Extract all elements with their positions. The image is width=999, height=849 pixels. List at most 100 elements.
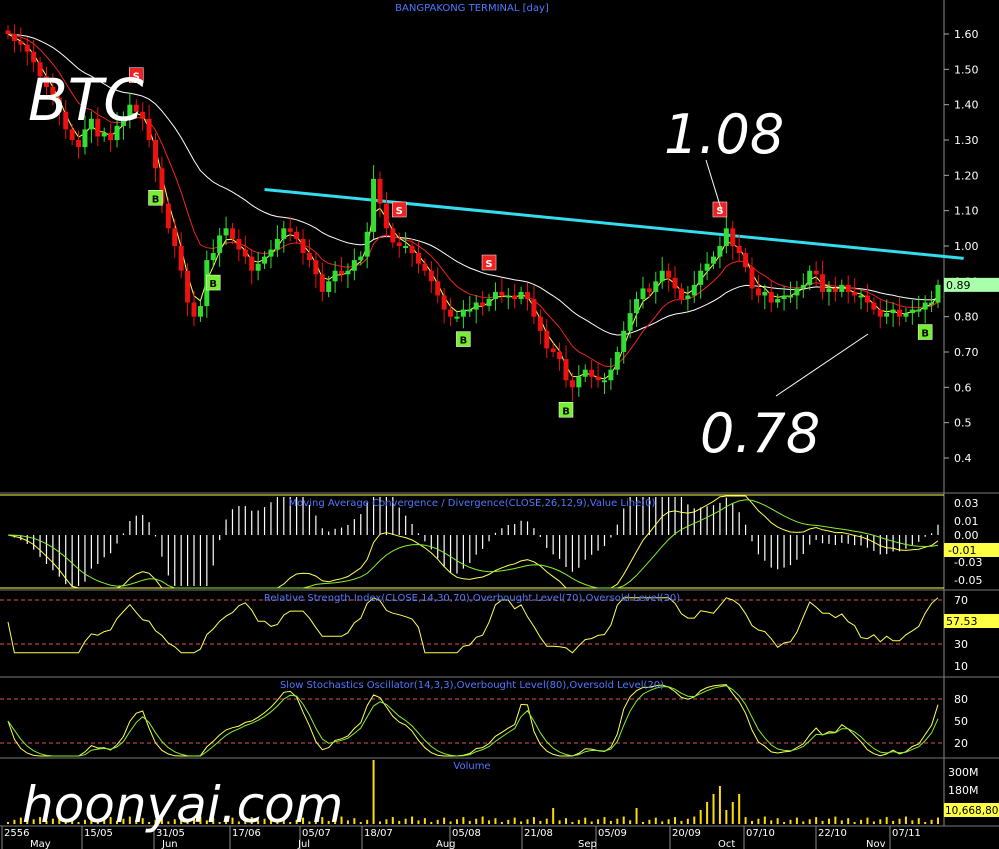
x-month-label: Aug <box>436 839 456 849</box>
candle-body <box>794 288 800 296</box>
candle-body <box>197 306 203 317</box>
price-tick-label: 0.4 <box>954 452 972 465</box>
candle <box>569 372 575 402</box>
candle-body <box>396 242 402 246</box>
candle <box>723 214 729 254</box>
candle <box>11 24 17 53</box>
candle-body <box>877 309 883 317</box>
candle <box>557 342 563 371</box>
candle-body <box>653 281 659 292</box>
stochastic-panel <box>0 684 944 757</box>
candle-body <box>698 270 704 285</box>
candle-body <box>582 369 588 377</box>
candle <box>351 248 357 281</box>
price-tick-label: 1.10 <box>954 205 979 218</box>
signal-label: B <box>921 329 929 340</box>
candle-body <box>486 299 492 307</box>
candle-body <box>185 270 191 303</box>
candle-body <box>704 263 710 271</box>
candle <box>339 256 345 282</box>
candle <box>685 285 691 311</box>
candle-body <box>723 228 729 246</box>
candle-body <box>576 376 582 388</box>
candle-body <box>563 359 569 381</box>
volume-tick-label: 300M <box>948 766 979 779</box>
candle <box>428 261 434 293</box>
candle <box>435 267 441 303</box>
price-last-value: 0.89 <box>946 279 971 292</box>
candle-body <box>826 288 832 292</box>
candle <box>691 271 697 303</box>
candle <box>262 251 268 269</box>
ticker-overlay: BTC <box>28 66 144 134</box>
candle <box>800 273 806 298</box>
chart-title: BANGPAKONG TERMINAL [day] <box>395 3 549 14</box>
candle-body <box>31 51 37 63</box>
price-tick-label: 1.60 <box>954 28 979 41</box>
candle-body <box>768 291 774 303</box>
candle-body <box>11 34 17 42</box>
candle-body <box>313 260 319 275</box>
candle-body <box>435 281 441 296</box>
candle-body <box>589 369 595 377</box>
price-tick-label: 0.5 <box>954 417 972 430</box>
x-month-label: Nov <box>866 839 886 849</box>
candle-body <box>262 256 268 264</box>
peak-annotation: 1.08 <box>664 103 784 166</box>
x-month-label: Sep <box>578 839 597 849</box>
candle <box>852 278 858 303</box>
candle-body <box>845 284 851 292</box>
candle <box>473 295 479 324</box>
candle <box>864 283 870 313</box>
x-date-label: 07/10 <box>746 828 775 839</box>
price-tick-label: 1.40 <box>954 99 979 112</box>
candle-body <box>364 231 370 257</box>
stoch-tick-label: 20 <box>954 737 968 750</box>
candle <box>730 220 736 260</box>
candle-body <box>294 231 300 239</box>
candle <box>5 25 11 40</box>
candle <box>480 290 486 316</box>
candle <box>781 285 787 311</box>
candle <box>306 239 312 268</box>
candle <box>255 252 261 281</box>
candle <box>525 282 531 311</box>
rsi-line <box>7 597 939 654</box>
x-date-label: 20/09 <box>672 828 701 839</box>
candle <box>191 290 197 327</box>
candle <box>531 285 537 325</box>
candle <box>249 249 255 285</box>
buy-signal: B <box>456 331 471 347</box>
candle <box>672 266 678 298</box>
rsi-panel <box>0 597 944 654</box>
candle-body <box>371 178 377 232</box>
candle-body <box>601 380 607 383</box>
candle <box>146 105 152 148</box>
price-tick-label: 0.6 <box>954 381 972 394</box>
candle-body <box>929 302 935 305</box>
candle-body <box>909 309 915 314</box>
candle-body <box>634 299 640 314</box>
candle <box>762 284 768 310</box>
candle-body <box>614 352 620 370</box>
candle-body <box>659 270 665 282</box>
x-date-label: 05/08 <box>452 828 481 839</box>
candle-body <box>557 352 563 360</box>
buy-signal: B <box>148 190 163 206</box>
candle <box>274 225 280 257</box>
candle-body <box>390 228 396 243</box>
candle <box>197 300 203 322</box>
price-tick-label: 1.00 <box>954 240 979 253</box>
candle <box>601 372 607 395</box>
candle-body <box>800 284 806 289</box>
x-month-label: May <box>30 839 51 849</box>
candle-body <box>153 140 159 169</box>
candle <box>877 300 883 329</box>
candle-body <box>345 270 351 275</box>
candle <box>749 257 755 301</box>
volume-tick-label: 180M <box>948 784 979 797</box>
candle <box>820 260 826 300</box>
candle-body <box>935 284 941 303</box>
candle <box>217 227 223 267</box>
candle <box>794 280 800 310</box>
